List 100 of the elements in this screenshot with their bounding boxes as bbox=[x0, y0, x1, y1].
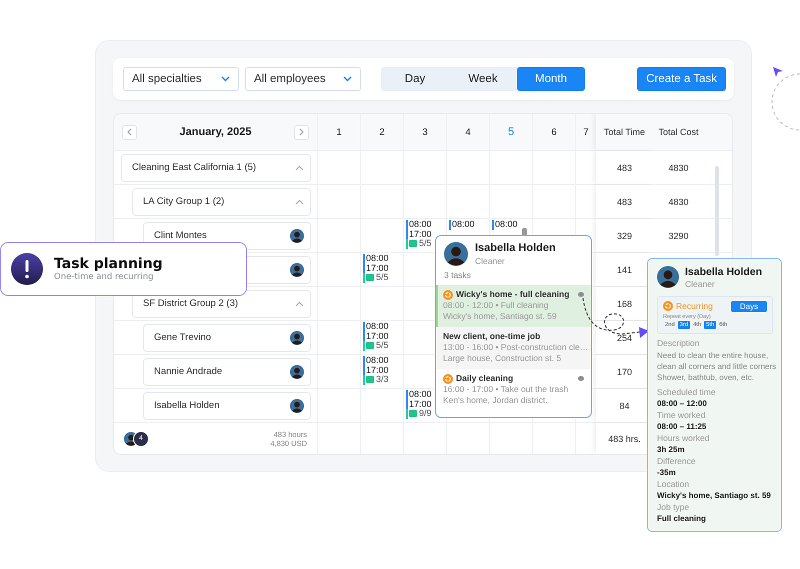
employee-row[interactable]: Gene Trevino bbox=[143, 324, 311, 352]
chevron-up-icon[interactable] bbox=[295, 198, 304, 204]
total-time: 483 hrs. bbox=[608, 434, 641, 444]
group-name: SF District Group 2 (3) bbox=[143, 298, 238, 309]
employee-row[interactable]: Nannie Andrade bbox=[143, 358, 311, 386]
total-time: 483 bbox=[616, 162, 632, 172]
task-count: 5/5 bbox=[376, 341, 389, 350]
check-icon bbox=[409, 240, 417, 248]
shift-time: 08:00 bbox=[366, 356, 389, 366]
check-icon bbox=[366, 274, 374, 282]
total-time: 141 bbox=[616, 264, 632, 274]
avatar bbox=[290, 330, 304, 344]
chevron-up-icon[interactable] bbox=[295, 164, 304, 170]
task-count: 9/9 bbox=[419, 409, 432, 418]
promo-title: Task planning bbox=[54, 256, 163, 272]
shift-time: 08:00 bbox=[409, 390, 432, 400]
promo-subtitle: One-time and recurring bbox=[54, 272, 155, 282]
employee-name: Nannie Andrade bbox=[154, 366, 222, 377]
task-item[interactable]: New client, one-time job 13:00 - 16:00 • Post-construction cle… Large house, Construction st. 5 bbox=[436, 327, 591, 369]
field-value: 3h 25m bbox=[657, 444, 686, 456]
check-icon bbox=[366, 342, 374, 350]
day-header: 1 bbox=[336, 126, 342, 138]
task-count: 5/5 bbox=[419, 239, 432, 248]
task-item[interactable]: Wicky's home - full cleaning 08:00 - 12:00 • Full cleaning Wicky's home, Santiago st. 59 bbox=[436, 285, 591, 327]
view-tab[interactable]: Week bbox=[449, 67, 517, 91]
recurring-icon bbox=[663, 301, 673, 312]
filter-dropdown[interactable]: All employees bbox=[245, 67, 361, 91]
view-tab[interactable]: Month bbox=[517, 67, 585, 91]
total-time: 483 bbox=[616, 196, 632, 206]
total-cost: 4830 bbox=[668, 162, 689, 172]
shift-block[interactable]: 08:00 17:00 5/5 bbox=[363, 254, 403, 282]
check-icon bbox=[366, 376, 374, 384]
task-title: Wicky's home - full cleaning bbox=[456, 289, 570, 300]
group-name: LA City Group 1 (2) bbox=[143, 196, 224, 207]
days-button[interactable]: Days bbox=[731, 300, 767, 312]
view-tab[interactable]: Day bbox=[381, 67, 449, 91]
field-label: Scheduled time bbox=[657, 386, 717, 398]
next-button[interactable] bbox=[294, 124, 309, 140]
employee-role: Cleaner bbox=[475, 256, 506, 266]
task-location: Wicky's home, Santiago st. 59 bbox=[443, 311, 558, 322]
recurring-icon bbox=[443, 374, 453, 384]
month-title: January, 2025 bbox=[180, 126, 252, 138]
column-header: Total Time bbox=[604, 127, 645, 137]
caret-icon bbox=[343, 76, 352, 82]
employee-name: Clint Montes bbox=[154, 230, 207, 241]
avatar bbox=[290, 228, 304, 242]
total-time: 168 bbox=[616, 298, 632, 308]
filter-dropdown[interactable]: All specialties bbox=[123, 67, 239, 91]
group-row[interactable]: LA City Group 1 (2) bbox=[132, 188, 311, 216]
employee-row[interactable]: Isabella Holden bbox=[143, 392, 311, 420]
avatar bbox=[657, 266, 679, 288]
field-label: Description bbox=[657, 338, 701, 350]
avatar bbox=[290, 364, 304, 378]
shift-time: 17:00 bbox=[409, 400, 432, 409]
shift-block[interactable]: 08:00 bbox=[449, 220, 489, 230]
shift-time: 08:00 bbox=[495, 220, 518, 230]
field-label: Time worked bbox=[657, 410, 706, 421]
total-cost: 3290 bbox=[668, 230, 689, 240]
field-value: Full cleaning bbox=[657, 513, 707, 524]
total-time: 84 bbox=[619, 400, 630, 410]
previous-button[interactable] bbox=[122, 124, 137, 140]
shift-block[interactable]: 08:00 17:00 5/5 bbox=[406, 220, 446, 248]
field-value: 08:00 – 11:25 bbox=[657, 421, 708, 432]
task-time: 08:00 - 12:00 • Full cleaning bbox=[443, 300, 550, 311]
create-task-button[interactable]: Create a Task bbox=[637, 67, 726, 91]
total-time: 329 bbox=[616, 230, 632, 240]
total-time: 170 bbox=[616, 366, 632, 376]
total-cost: 4830 bbox=[668, 196, 689, 206]
group-row[interactable]: Cleaning East California 1 (5) bbox=[121, 154, 311, 182]
scrollbar[interactable] bbox=[715, 166, 719, 256]
field-label: Location bbox=[657, 478, 690, 490]
employee-name: Isabella Holden bbox=[685, 266, 762, 279]
day-header: 6 bbox=[551, 126, 557, 138]
task-title: New client, one-time job bbox=[443, 331, 540, 342]
chevron-up-icon[interactable] bbox=[295, 300, 304, 306]
field-label: Job type bbox=[657, 502, 690, 513]
task-title: Daily cleaning bbox=[456, 373, 514, 384]
shift-block[interactable]: 08:00 17:00 5/5 bbox=[363, 322, 403, 350]
avatar bbox=[290, 262, 304, 276]
shift-time: 17:00 bbox=[366, 332, 389, 341]
shift-time: 08:00 bbox=[452, 220, 475, 230]
task-time: 16:00 - 17:00 • Take out the trash bbox=[443, 384, 570, 395]
avatar bbox=[444, 242, 468, 266]
shift-block[interactable]: 08:00 17:00 3/3 bbox=[363, 356, 403, 384]
description-text: Need to clean the entire house, clean all corners and little corners Shower, bathtub, oven, etc. bbox=[657, 350, 777, 382]
task-count: 3 tasks bbox=[443, 269, 472, 282]
comment-icon[interactable] bbox=[578, 376, 584, 381]
shift-time: 17:00 bbox=[366, 366, 389, 375]
shift-time: 08:00 bbox=[366, 254, 389, 264]
field-label: Hours worked bbox=[657, 432, 710, 444]
field-value: Wicky's home, Santiago st. 59 bbox=[657, 490, 772, 502]
group-name: Cleaning East California 1 (5) bbox=[132, 162, 256, 173]
recurrence-label: Recurring bbox=[676, 300, 713, 312]
task-location: Large house, Construction st. 5 bbox=[443, 353, 562, 364]
comment-icon[interactable] bbox=[578, 292, 584, 297]
shift-time: 17:00 bbox=[409, 230, 432, 239]
alert-icon bbox=[11, 253, 43, 285]
chevron-left-icon bbox=[127, 128, 132, 136]
shift-block[interactable]: 08:00 bbox=[492, 220, 532, 230]
employee-name: Gene Trevino bbox=[154, 332, 212, 343]
